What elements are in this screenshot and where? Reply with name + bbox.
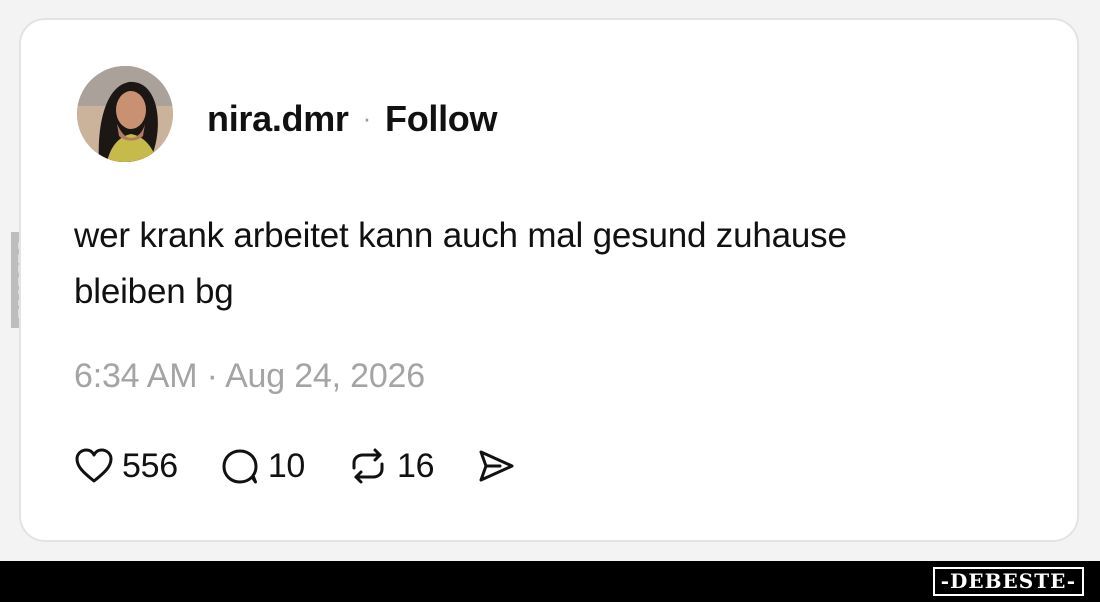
post-text-line-2: bleiben bg — [74, 272, 234, 311]
heart-icon — [75, 448, 113, 483]
post-timestamp: 6:34 AM · Aug 24, 2026 — [74, 357, 425, 395]
follow-button[interactable]: Follow — [385, 98, 497, 139]
repost-button[interactable]: 16 — [347, 446, 435, 486]
avatar[interactable] — [77, 66, 173, 162]
post-card: nira.dmr · Follow wer krank arbeitet kann … — [19, 18, 1079, 542]
comment-icon — [222, 449, 258, 484]
repost-icon — [352, 448, 384, 484]
comment-count: 10 — [267, 446, 306, 485]
like-button[interactable]: 556 — [74, 447, 178, 486]
post-text-line-1: wer krank arbeitet kann auch mal gesund … — [74, 216, 847, 255]
action-bar: 556 10 16 — [74, 444, 558, 488]
post-header: nira.dmr · Follow — [207, 98, 497, 140]
share-button[interactable] — [476, 447, 516, 485]
avatar-photo-icon — [77, 66, 173, 162]
post-text: wer krank arbeitet kann auch mal gesund … — [74, 208, 1034, 320]
brand-logo: -DEBESTE- — [932, 567, 1084, 596]
username[interactable]: nira.dmr — [207, 98, 349, 139]
comment-button[interactable]: 10 — [220, 447, 305, 486]
bottom-bar: -DEBESTE- — [0, 561, 1100, 602]
repost-count: 16 — [397, 446, 435, 485]
like-count: 556 — [122, 446, 178, 485]
share-icon — [479, 450, 514, 482]
header-separator: · — [362, 103, 372, 133]
